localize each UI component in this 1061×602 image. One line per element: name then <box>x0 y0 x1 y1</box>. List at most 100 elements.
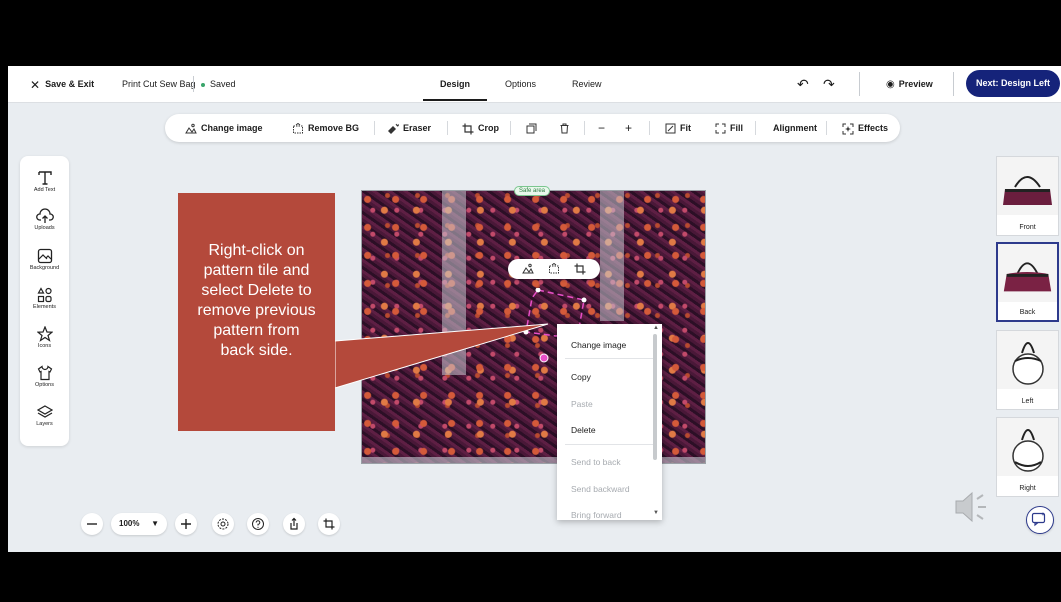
menu-item-bring-forward[interactable]: Bring forward <box>571 510 622 520</box>
alignment-button[interactable]: Alignment <box>773 114 817 142</box>
crop-button[interactable]: Crop <box>462 114 499 142</box>
fill-button[interactable]: Fill <box>715 114 743 142</box>
change-image-button[interactable]: Change image <box>185 114 263 142</box>
menu-item-copy[interactable]: Copy <box>571 372 591 382</box>
view-left[interactable]: Left <box>996 330 1059 410</box>
shirt-icon <box>37 365 52 381</box>
scroll-up-icon[interactable]: ▲ <box>653 325 659 331</box>
gear-icon <box>217 518 229 530</box>
fill-icon <box>715 123 726 134</box>
toolbar-divider <box>649 121 650 135</box>
redo-icon[interactable]: ↷ <box>823 66 835 102</box>
menu-scrollbar[interactable] <box>653 334 657 460</box>
undo-icon[interactable]: ↶ <box>797 66 809 102</box>
tab-review[interactable]: Review <box>572 66 602 102</box>
elements-button[interactable]: Elements <box>20 287 69 310</box>
share-button[interactable] <box>283 513 305 535</box>
menu-separator <box>565 358 653 359</box>
view-back[interactable]: Back <box>996 242 1059 322</box>
text-icon <box>37 171 52 185</box>
divider <box>953 72 954 96</box>
fit-icon <box>665 123 676 134</box>
scale-down-button[interactable]: − <box>598 114 605 142</box>
effects-icon <box>842 123 854 135</box>
minus-icon <box>87 523 97 525</box>
instruction-callout: Right-click on pattern tile and select D… <box>178 193 335 431</box>
menu-item-send-to-back[interactable]: Send to back <box>571 457 621 467</box>
menu-item-delete[interactable]: Delete <box>571 425 596 435</box>
background-button[interactable]: Background <box>20 248 69 271</box>
callout-text: Right-click on pattern tile and select D… <box>197 242 316 359</box>
save-exit-button[interactable]: ✕ Save & Exit <box>30 66 94 102</box>
crop-icon <box>462 123 474 135</box>
next-design-left-button[interactable]: Next: Design Left <box>966 70 1060 97</box>
chat-icon <box>1031 512 1046 527</box>
eye-icon: ◉ <box>886 79 895 90</box>
layers-icon <box>36 405 53 418</box>
elements-icon <box>36 287 52 303</box>
menu-item-change-image[interactable]: Change image <box>571 340 626 350</box>
fit-button[interactable]: Fit <box>665 114 691 142</box>
uploads-button[interactable]: Uploads <box>20 208 69 231</box>
pattern-tile-strip[interactable] <box>600 191 624 321</box>
zoom-out-button[interactable] <box>81 513 103 535</box>
bag-back-thumbnail <box>998 244 1057 302</box>
eraser-button[interactable]: Eraser <box>386 114 431 142</box>
upload-icon <box>35 208 54 223</box>
divider <box>193 76 194 92</box>
scale-up-button[interactable]: + <box>625 114 632 142</box>
icons-button[interactable]: Icons <box>20 326 69 349</box>
layers-button[interactable]: Layers <box>20 404 69 427</box>
chat-assistant-button[interactable] <box>1026 506 1054 534</box>
left-tool-panel: Add Text Uploads Background Elements Ico… <box>20 156 69 446</box>
scroll-down-icon[interactable]: ▼ <box>653 510 659 516</box>
zoom-select[interactable]: 100% ▼ <box>111 513 167 535</box>
tab-options[interactable]: Options <box>505 66 536 102</box>
change-image-icon[interactable] <box>522 262 534 280</box>
trash-icon[interactable] <box>559 114 574 142</box>
bag-left-thumbnail <box>997 331 1058 389</box>
view-right[interactable]: Right <box>996 417 1059 497</box>
remove-bg-button[interactable]: Remove BG <box>292 114 359 142</box>
context-menu: Change image Copy Paste Delete Send to b… <box>557 324 662 520</box>
share-icon <box>290 517 298 530</box>
view-front[interactable]: Front <box>996 156 1059 236</box>
remove-bg-icon <box>293 122 303 134</box>
divider <box>859 72 860 96</box>
toolbar-divider <box>510 121 511 135</box>
remove-bg-icon[interactable] <box>548 262 560 280</box>
help-button[interactable] <box>247 513 269 535</box>
toolbar-divider <box>374 121 375 135</box>
saved-status: Saved <box>201 66 236 102</box>
trim-button[interactable] <box>318 513 340 535</box>
toolbar-divider <box>755 121 756 135</box>
pattern-tile-strip[interactable] <box>442 191 466 375</box>
safe-area-label: Safe area <box>514 186 551 196</box>
project-name: Print Cut Sew Bag <box>122 79 196 89</box>
zoom-in-button[interactable] <box>175 513 197 535</box>
caret-down-icon: ▼ <box>151 519 159 528</box>
trim-icon <box>323 518 335 530</box>
tab-design[interactable]: Design <box>440 66 470 102</box>
toolbar-divider <box>584 121 585 135</box>
saved-dot-icon <box>201 82 205 87</box>
speaker-icon[interactable] <box>953 488 993 526</box>
eraser-icon <box>388 123 400 134</box>
image-toolbar: Change image Remove BG Eraser Crop − + F… <box>165 114 900 142</box>
settings-button[interactable] <box>212 513 234 535</box>
preview-button[interactable]: ◉ Preview <box>886 66 933 102</box>
plus-icon <box>181 519 191 529</box>
options-button[interactable]: Options <box>20 365 69 388</box>
close-icon: ✕ <box>30 77 41 92</box>
bag-right-thumbnail <box>997 418 1058 476</box>
menu-item-send-backward[interactable]: Send backward <box>571 484 630 494</box>
duplicate-icon[interactable] <box>526 114 541 142</box>
help-icon <box>252 518 264 530</box>
bag-front-thumbnail <box>997 157 1058 215</box>
menu-item-paste[interactable]: Paste <box>571 399 593 409</box>
crop-icon[interactable] <box>574 262 586 280</box>
active-tab-indicator <box>423 99 487 101</box>
star-icon <box>36 326 53 342</box>
add-text-button[interactable]: Add Text <box>20 170 69 193</box>
effects-button[interactable]: Effects <box>842 114 888 142</box>
